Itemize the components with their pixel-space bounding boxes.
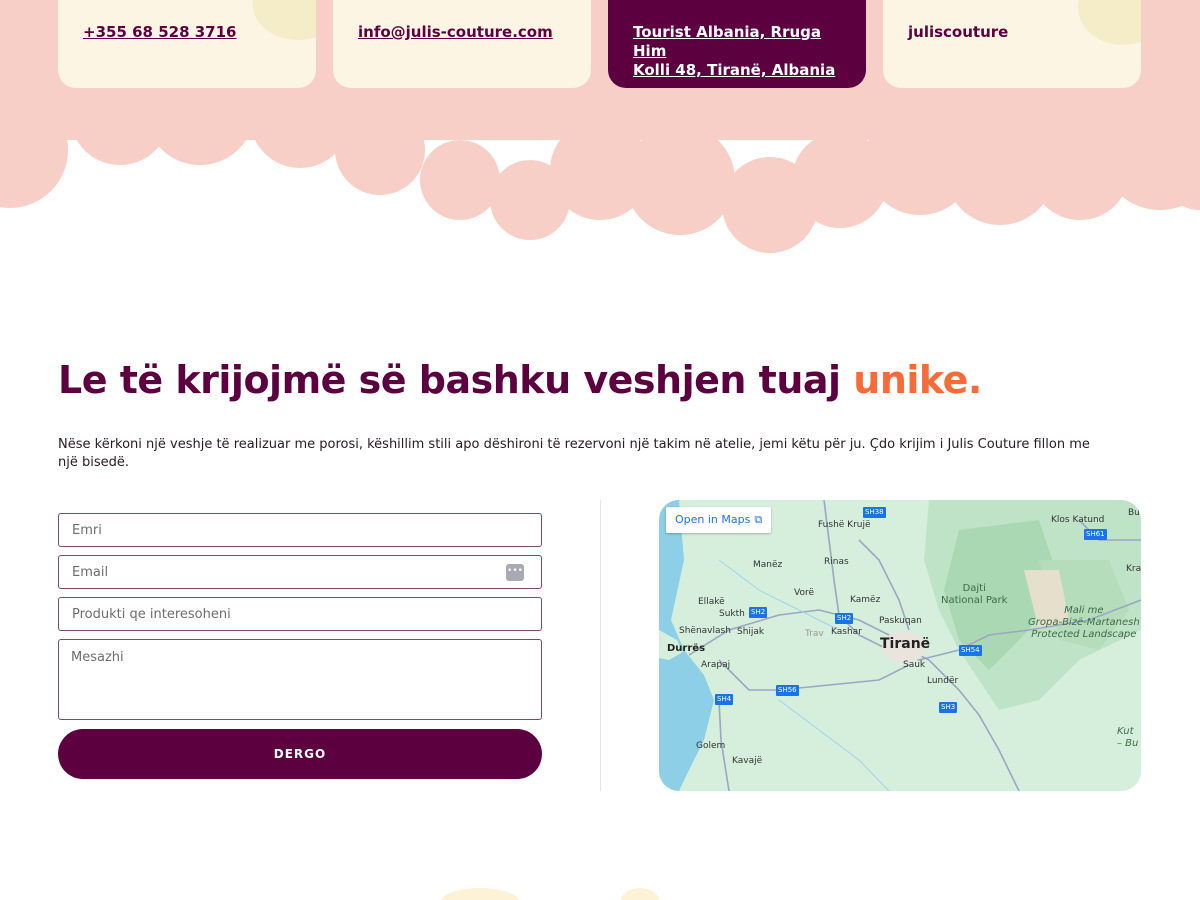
open-in-maps-label: Open in Maps xyxy=(675,513,751,526)
map-label-paskuqan: Paskuqan xyxy=(879,616,922,626)
phone-card: +355 68 528 3716 xyxy=(58,0,316,88)
decor-blob xyxy=(440,888,520,900)
map-label-durres: Durrës xyxy=(667,643,706,654)
address-link[interactable]: Tourist Albania, Rruga Him Kolli 48, Tir… xyxy=(633,23,841,80)
map-label-sauk: Sauk xyxy=(903,660,926,670)
email-input[interactable] xyxy=(59,556,541,588)
address-line-1: Tourist Albania, Rruga Him xyxy=(633,23,822,60)
map-label-ellake: Ellakë xyxy=(698,597,725,607)
map-label-tirane: Tiranë xyxy=(880,636,931,652)
map-label-vore: Vorë xyxy=(794,588,815,598)
contact-band: +355 68 528 3716 info@julis-couture.com … xyxy=(0,0,1200,260)
road-shield-sh2-east: SH2 xyxy=(835,613,854,624)
password-manager-icon[interactable]: ••• xyxy=(506,564,524,581)
column-divider xyxy=(600,500,601,791)
decor-blob xyxy=(620,888,660,900)
contact-form: ••• DERGO xyxy=(58,513,542,779)
road-shield-sh54: SH54 xyxy=(959,645,982,656)
name-field-wrapper xyxy=(58,513,542,547)
headline-main: Le të krijojmë së bashku veshjen tuaj xyxy=(58,358,854,402)
email-field-wrapper: ••• xyxy=(58,555,542,589)
road-shield-sh4: SH4 xyxy=(715,694,734,705)
map-label-golem: Golem xyxy=(696,741,726,751)
map-label-kashar: Kashar xyxy=(831,627,862,637)
map-label-dajti: Dajti National Park xyxy=(941,583,1008,606)
instagram-handle[interactable]: juliscouture xyxy=(908,23,1116,42)
embedded-map[interactable]: Open in Maps ⧉ Fushë Krujë Klos Katund Bu… xyxy=(659,500,1141,791)
map-label-kra: Kra xyxy=(1126,564,1141,574)
name-input[interactable] xyxy=(59,514,541,546)
headline-accent: unike. xyxy=(853,358,982,402)
map-label-rinas: Rinas xyxy=(824,557,849,567)
message-field-wrapper xyxy=(58,639,542,720)
map-label-kamez: Kamëz xyxy=(850,595,881,605)
page-title: Le të krijojmë së bashku veshjen tuaj un… xyxy=(58,352,1158,408)
phone-link[interactable]: +355 68 528 3716 xyxy=(83,23,291,42)
email-card: info@julis-couture.com xyxy=(333,0,591,88)
address-line-2: Kolli 48, Tiranë, Albania xyxy=(633,61,836,79)
map-label-fushe-kruje: Fushë Krujë xyxy=(818,520,871,530)
map-label-mali-me: Mali me Gropa-Bizë-Martanesh Protected L… xyxy=(1028,605,1140,640)
map-label-trav: Trav xyxy=(805,629,824,639)
map-label-arapaj: Arapaj xyxy=(701,660,731,670)
map-label-kavaje: Kavajë xyxy=(732,756,763,766)
map-label-bu: Bu xyxy=(1128,508,1140,518)
email-link[interactable]: info@julis-couture.com xyxy=(358,23,566,42)
open-in-maps-button[interactable]: Open in Maps ⧉ xyxy=(666,507,772,533)
product-input[interactable] xyxy=(59,598,541,630)
map-label-sukth: Sukth xyxy=(719,609,745,619)
map-label-kut: Kut – Bu xyxy=(1117,726,1139,749)
map-label-klos-katund: Klos Katund xyxy=(1051,515,1105,525)
road-shield-sh3: SH3 xyxy=(939,702,958,713)
map-label-manez: Manëz xyxy=(753,560,783,570)
map-label-shenavlash: Shënavlash xyxy=(679,626,731,636)
submit-button[interactable]: DERGO xyxy=(58,729,542,779)
address-card: Tourist Albania, Rruga Him Kolli 48, Tir… xyxy=(608,0,866,88)
map-label-shijak: Shijak xyxy=(737,627,765,637)
road-shield-sh56: SH56 xyxy=(776,685,799,696)
instagram-card: juliscouture xyxy=(883,0,1141,88)
road-shield-sh61: SH61 xyxy=(1084,529,1107,540)
product-field-wrapper xyxy=(58,597,542,631)
road-shield-sh2-west: SH2 xyxy=(749,607,768,618)
external-link-icon: ⧉ xyxy=(754,513,763,526)
road-shield-sh38: SH38 xyxy=(863,507,886,518)
intro-text: Nëse kërkoni një veshje të realizuar me … xyxy=(58,437,1090,470)
map-label-lunder: Lundër xyxy=(927,676,959,686)
message-textarea[interactable] xyxy=(59,640,541,719)
